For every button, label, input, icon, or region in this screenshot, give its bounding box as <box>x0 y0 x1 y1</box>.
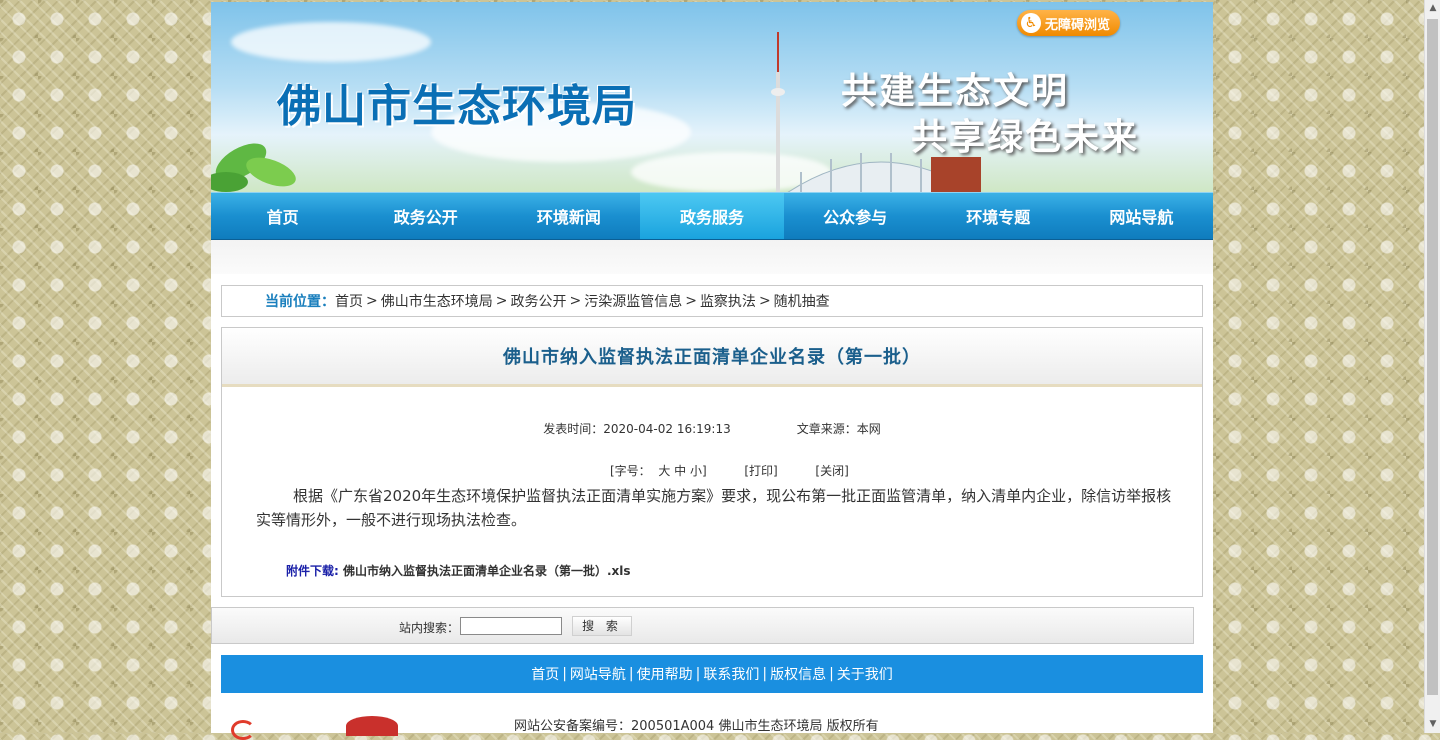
footer-separator: | <box>762 666 768 682</box>
breadcrumb-separator: > <box>685 293 697 309</box>
breadcrumb-separator: > <box>569 293 582 309</box>
footer-link-sitemap[interactable]: 网站导航 <box>570 664 626 684</box>
search-input[interactable] <box>460 617 562 635</box>
nav-item-participation[interactable]: 公众参与 <box>784 193 927 239</box>
slogan-line1: 共建生态文明 <box>841 71 1070 112</box>
source-label: 文章来源： <box>796 422 857 436</box>
article-tools: [字号： 大 中 小] [打印] [关闭] <box>610 462 849 479</box>
breadcrumb-bureau[interactable]: 佛山市生态环境局 <box>381 291 493 311</box>
nav-item-sitemap[interactable]: 网站导航 <box>1070 193 1213 239</box>
scrollbar-thumb[interactable] <box>1427 19 1438 695</box>
breadcrumb: 当前位置： 首页 > 佛山市生态环境局 > 政务公开 > 污染源监管信息 > 监… <box>221 285 1203 317</box>
scroll-up-icon[interactable]: ▲ <box>1425 0 1440 17</box>
site-title: 佛山市生态环境局 <box>277 81 637 132</box>
font-small-button[interactable]: 小] <box>690 464 707 478</box>
breadcrumb-gov-open[interactable]: 政务公开 <box>510 291 566 311</box>
breadcrumb-pollution[interactable]: 污染源监管信息 <box>584 291 682 311</box>
party-gov-logo[interactable] <box>346 716 398 736</box>
accessibility-label: 无障碍浏览 <box>1045 17 1111 33</box>
accessibility-button[interactable]: ♿ 无障碍浏览 <box>1017 10 1121 36</box>
attachment-link[interactable]: 佛山市纳入监督执法正面清单企业名录（第一批）.xls <box>343 564 631 578</box>
search-button[interactable]: 搜 索 <box>572 616 632 636</box>
font-medium-button[interactable]: 中 <box>674 464 686 478</box>
nav-item-topics[interactable]: 环境专题 <box>927 193 1070 239</box>
font-large-button[interactable]: 大 <box>658 464 670 478</box>
footer-links: 首页 | 网站导航 | 使用帮助 | 联系我们 | 版权信息 | 关于我们 <box>221 655 1203 693</box>
page-container: 佛山市生态环境局 共建生态文明 共享绿色未来 ♿ 无障碍浏览 首页 政务公开 环… <box>211 2 1213 740</box>
breadcrumb-separator: > <box>366 293 378 309</box>
article-title: 佛山市纳入监督执法正面清单企业名录（第一批） <box>503 347 921 368</box>
footer-separator: | <box>562 666 567 682</box>
nav-item-home[interactable]: 首页 <box>211 193 354 239</box>
sub-bar <box>211 240 1213 274</box>
footer-separator: | <box>695 666 701 682</box>
footer-link-copyright[interactable]: 版权信息 <box>770 664 826 684</box>
close-button[interactable]: [关闭] <box>815 464 848 478</box>
scroll-down-icon[interactable]: ▼ <box>1425 716 1440 733</box>
attachment-label: 附件下载: <box>286 564 339 578</box>
footer-link-contact[interactable]: 联系我们 <box>703 664 759 684</box>
site-record: 网站公安备案编号：200501A004 佛山市生态环境局 版权所有 <box>514 719 879 734</box>
breadcrumb-random-check[interactable]: 随机抽查 <box>774 291 830 311</box>
attachment: 附件下载: 佛山市纳入监督执法正面清单企业名录（第一批）.xls <box>286 562 631 579</box>
nav-item-news[interactable]: 环境新闻 <box>497 193 640 239</box>
footer-link-help[interactable]: 使用帮助 <box>637 664 693 684</box>
slogan-line2: 共享绿色未来 <box>911 117 1140 158</box>
nav-item-gov-open[interactable]: 政务公开 <box>354 193 497 239</box>
header-banner: 佛山市生态环境局 共建生态文明 共享绿色未来 ♿ 无障碍浏览 <box>211 2 1213 192</box>
nav-item-services[interactable]: 政务服务 <box>640 193 784 239</box>
breadcrumb-home[interactable]: 首页 <box>335 291 363 311</box>
publish-time: 2020-04-02 16:19:13 <box>603 422 731 436</box>
site-search-bar: 站内搜索： 搜 索 <box>211 607 1194 644</box>
footer-separator: | <box>829 666 834 682</box>
footer-link-home[interactable]: 首页 <box>531 664 559 684</box>
vertical-scrollbar[interactable]: ▲ ▼ <box>1424 0 1440 733</box>
article-body: 根据《广东省2020年生态环境保护监督执法正面清单实施方案》要求，现公布第一批正… <box>256 487 1172 529</box>
wheelchair-icon: ♿ <box>1021 13 1041 33</box>
footer-link-about[interactable]: 关于我们 <box>837 664 893 684</box>
article-meta: 发表时间：2020-04-02 16:19:13 文章来源：本网 <box>222 420 1202 437</box>
cloud-decoration <box>231 22 431 62</box>
search-label: 站内搜索： <box>399 621 460 635</box>
breadcrumb-separator: > <box>758 293 771 309</box>
source-value: 本网 <box>856 422 881 436</box>
footer-separator: | <box>628 666 634 682</box>
article-panel: 佛山市纳入监督执法正面清单企业名录（第一批） 发表时间：2020-04-02 1… <box>221 327 1203 597</box>
gov-error-logo[interactable] <box>231 720 255 740</box>
article-header: 佛山市纳入监督执法正面清单企业名录（第一批） <box>222 328 1202 387</box>
breadcrumb-label: 当前位置： <box>265 294 335 310</box>
main-nav: 首页 政务公开 环境新闻 政务服务 公众参与 环境专题 网站导航 <box>211 192 1213 241</box>
print-button[interactable]: [打印] <box>744 464 777 478</box>
breadcrumb-enforcement[interactable]: 监察执法 <box>700 291 756 311</box>
publish-label: 发表时间： <box>543 422 604 436</box>
font-size-label: [字号： <box>610 464 651 478</box>
breadcrumb-separator: > <box>495 293 508 309</box>
